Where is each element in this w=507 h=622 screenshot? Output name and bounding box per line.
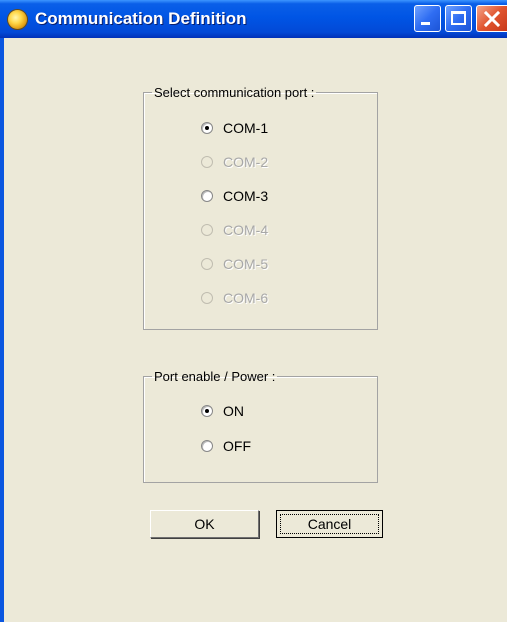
window-frame-left xyxy=(0,38,4,622)
cancel-button[interactable]: Cancel xyxy=(276,510,383,538)
ok-button-label: OK xyxy=(194,516,215,532)
title-bar[interactable]: Communication Definition xyxy=(0,0,507,38)
radio-label: COM-2 xyxy=(223,154,269,170)
power-group-legend: Port enable / Power : xyxy=(154,369,276,384)
radio-label: COM-3 xyxy=(223,188,269,204)
radio-off[interactable]: OFF xyxy=(201,437,251,455)
port-group-legend: Select communication port : xyxy=(154,85,315,100)
radio-indicator[interactable] xyxy=(201,440,213,452)
radio-indicator xyxy=(201,258,213,270)
radio-indicator xyxy=(201,292,213,304)
radio-indicator[interactable] xyxy=(201,405,213,417)
radio-on[interactable]: ON xyxy=(201,402,244,420)
radio-label: OFF xyxy=(223,438,251,454)
cancel-button-focus-rect: Cancel xyxy=(280,514,379,534)
radio-com-5: COM-5 xyxy=(201,255,268,273)
radio-com-6: COM-6 xyxy=(201,289,268,307)
radio-indicator[interactable] xyxy=(201,122,213,134)
radio-com-4: COM-4 xyxy=(201,221,268,239)
radio-com-2: COM-2 xyxy=(201,153,268,171)
maximize-icon xyxy=(451,11,466,25)
radio-label: COM-4 xyxy=(223,222,269,238)
power-group: Port enable / Power : xyxy=(143,369,378,483)
radio-label: COM-1 xyxy=(223,120,269,136)
minimize-icon xyxy=(421,22,430,25)
radio-indicator xyxy=(201,156,213,168)
radio-com-3[interactable]: COM-3 xyxy=(201,187,268,205)
ok-button[interactable]: OK xyxy=(150,510,259,538)
maximize-button[interactable] xyxy=(445,5,472,32)
radio-label: COM-6 xyxy=(223,290,269,306)
radio-label: COM-5 xyxy=(223,256,269,272)
window-title: Communication Definition xyxy=(35,9,247,28)
radio-label: ON xyxy=(223,403,244,419)
minimize-button[interactable] xyxy=(414,5,441,32)
app-globe-icon xyxy=(8,10,27,29)
close-button[interactable] xyxy=(476,5,507,32)
close-icon xyxy=(483,10,501,28)
cancel-button-label: Cancel xyxy=(307,516,352,532)
radio-com-1[interactable]: COM-1 xyxy=(201,119,268,137)
radio-indicator[interactable] xyxy=(201,190,213,202)
radio-indicator xyxy=(201,224,213,236)
